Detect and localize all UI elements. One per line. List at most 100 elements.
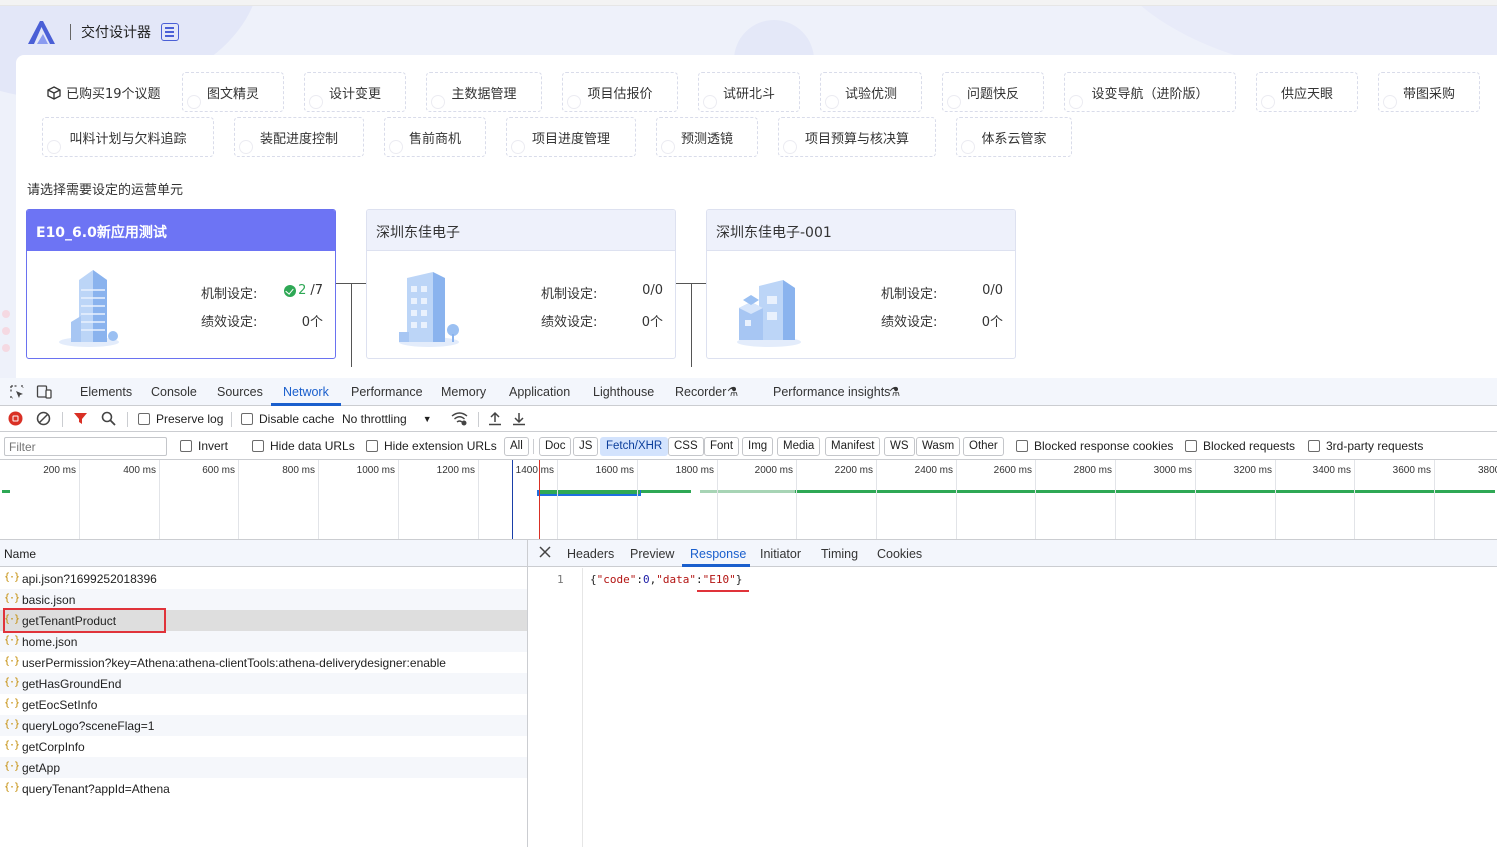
topic-tag[interactable]: 试验优测: [820, 72, 922, 112]
code-brace: {: [590, 573, 597, 586]
invert-checkbox[interactable]: Invert: [180, 439, 228, 453]
inspect-element-icon[interactable]: [9, 384, 25, 400]
type-filter-fetch-xhr[interactable]: Fetch/XHR: [600, 437, 669, 456]
topic-tag[interactable]: 试研北斗: [698, 72, 800, 112]
request-row[interactable]: {·} queryTenant?appId=Athena: [0, 778, 527, 799]
tab-network[interactable]: Network: [283, 385, 329, 399]
disable-cache-checkbox[interactable]: Disable cache: [241, 412, 334, 426]
tab-console[interactable]: Console: [151, 385, 197, 399]
network-conditions-icon[interactable]: [451, 411, 468, 426]
hide-data-urls-checkbox[interactable]: Hide data URLs: [252, 439, 355, 453]
type-filter-other[interactable]: Other: [963, 437, 1004, 456]
network-overview-timeline[interactable]: 200 ms 400 ms 600 ms 800 ms 1000 ms 1200 ms 14…: [0, 460, 1497, 540]
device-toggle-icon[interactable]: [36, 384, 52, 400]
filter-input[interactable]: [4, 437, 167, 456]
tab-response[interactable]: Response: [690, 547, 746, 561]
topic-tag[interactable]: 售前商机: [384, 117, 486, 157]
tab-sources[interactable]: Sources: [217, 385, 263, 399]
topic-tag[interactable]: 项目进度管理: [506, 117, 636, 157]
preserve-log-checkbox[interactable]: Preserve log: [138, 412, 223, 426]
timeline-tick-label: 800 ms: [282, 465, 315, 476]
tab-application[interactable]: Application: [509, 385, 570, 399]
timeline-gridline: [637, 460, 638, 539]
timeline-tick-label: 2400 ms: [914, 465, 953, 476]
topic-tag[interactable]: 带图采购: [1378, 72, 1480, 112]
third-party-requests-checkbox[interactable]: 3rd-party requests: [1308, 439, 1423, 453]
close-icon[interactable]: [539, 546, 551, 558]
topic-tag[interactable]: 装配进度控制: [234, 117, 364, 157]
tab-initiator[interactable]: Initiator: [760, 547, 801, 561]
type-filter-img[interactable]: Img: [742, 437, 774, 456]
timeline-gridline: [238, 460, 239, 539]
tab-preview[interactable]: Preview: [630, 547, 674, 561]
performance-value: 0个: [981, 315, 1003, 330]
blocked-requests-checkbox[interactable]: Blocked requests: [1185, 439, 1295, 453]
fetch-request-icon: {·}: [4, 635, 20, 646]
mechanism-total: /7: [310, 283, 323, 298]
export-har-icon[interactable]: [512, 411, 526, 426]
type-filter-manifest[interactable]: Manifest: [825, 437, 881, 456]
operating-unit-card[interactable]: 深圳东佳电子 机制设定: 0/0 绩效设定: 0个: [366, 209, 676, 359]
request-name: getCorpInfo: [22, 740, 85, 754]
type-filter-doc[interactable]: Doc: [539, 437, 572, 456]
operating-unit-card[interactable]: E10_6.0新应用测试 机制设定: 2 /7 绩效设定: 0个: [26, 209, 336, 359]
stop-recording-icon[interactable]: [8, 411, 23, 426]
tab-lighthouse[interactable]: Lighthouse: [593, 385, 654, 399]
type-filter-all[interactable]: All: [504, 437, 529, 456]
topic-tag[interactable]: 项目预算与核决算: [778, 117, 936, 157]
tag-watermark-icon: [567, 95, 581, 109]
tab-timing[interactable]: Timing: [821, 547, 858, 561]
topic-tag[interactable]: 叫料计划与欠料追踪: [42, 117, 214, 157]
request-row[interactable]: {·} basic.json: [0, 589, 527, 610]
line-number: 1: [557, 573, 564, 586]
tag-watermark-icon: [431, 95, 445, 109]
topic-tag[interactable]: 设计变更: [304, 72, 406, 112]
request-row[interactable]: {·} queryLogo?sceneFlag=1: [0, 715, 527, 736]
menu-list-icon[interactable]: [161, 23, 179, 41]
tab-cookies[interactable]: Cookies: [877, 547, 922, 561]
request-row[interactable]: {·} getApp: [0, 757, 527, 778]
topic-tag[interactable]: 项目估报价: [562, 72, 678, 112]
tab-memory[interactable]: Memory: [441, 385, 486, 399]
tab-performance[interactable]: Performance: [351, 385, 423, 399]
topic-tag[interactable]: 设变导航（进阶版）: [1064, 72, 1236, 112]
topic-tag[interactable]: 供应天眼: [1256, 72, 1358, 112]
request-row[interactable]: {·} getHasGroundEnd: [0, 673, 527, 694]
request-row[interactable]: {·} home.json: [0, 631, 527, 652]
topic-tag[interactable]: 问题快反: [942, 72, 1044, 112]
topic-tag[interactable]: 预测透镜: [656, 117, 758, 157]
type-filter-font[interactable]: Font: [704, 437, 740, 456]
import-har-icon[interactable]: [488, 411, 502, 426]
request-row[interactable]: {·} getEocSetInfo: [0, 694, 527, 715]
tab-elements[interactable]: Elements: [80, 385, 132, 399]
panel-divider[interactable]: [527, 540, 528, 847]
tab-recorder[interactable]: Recorder: [675, 385, 726, 399]
tab-headers[interactable]: Headers: [567, 547, 614, 561]
request-row[interactable]: {·} api.json?1699252018396: [0, 568, 527, 589]
operating-unit-card[interactable]: 深圳东佳电子-001 机制设定: 0/0 绩效设定: 0个: [706, 209, 1016, 359]
hide-extension-urls-checkbox[interactable]: Hide extension URLs: [366, 439, 497, 453]
type-filter-css[interactable]: CSS: [668, 437, 704, 456]
search-icon[interactable]: [101, 411, 116, 426]
blocked-response-cookies-checkbox[interactable]: Blocked response cookies: [1016, 439, 1173, 453]
tab-performance-insights[interactable]: Performance insights: [773, 385, 890, 399]
dropdown-arrow-icon: ▼: [422, 414, 432, 424]
timeline-gridline: [876, 460, 877, 539]
throttling-select[interactable]: No throttling ▼: [342, 412, 432, 426]
request-row[interactable]: {·} userPermission?key=Athena:athena-clie…: [0, 652, 527, 673]
clear-icon[interactable]: [36, 411, 51, 426]
type-filter-ws[interactable]: WS: [884, 437, 915, 456]
topic-tag[interactable]: 体系云管家: [956, 117, 1072, 157]
request-row[interactable]: {·} getCorpInfo: [0, 736, 527, 757]
topic-tag[interactable]: 图文精灵: [182, 72, 284, 112]
filter-funnel-icon[interactable]: [73, 411, 88, 426]
check-circle-icon: [284, 284, 297, 297]
topic-tag[interactable]: 主数据管理: [426, 72, 542, 112]
response-body[interactable]: {"code":0,"data":"E10"}: [590, 573, 742, 586]
type-filter-media[interactable]: Media: [777, 437, 821, 456]
type-filter-js[interactable]: JS: [573, 437, 599, 456]
checkbox-box: [138, 413, 150, 425]
name-column-header[interactable]: Name: [0, 540, 527, 567]
type-filter-wasm[interactable]: Wasm: [916, 437, 961, 456]
cube-icon: [47, 85, 61, 100]
